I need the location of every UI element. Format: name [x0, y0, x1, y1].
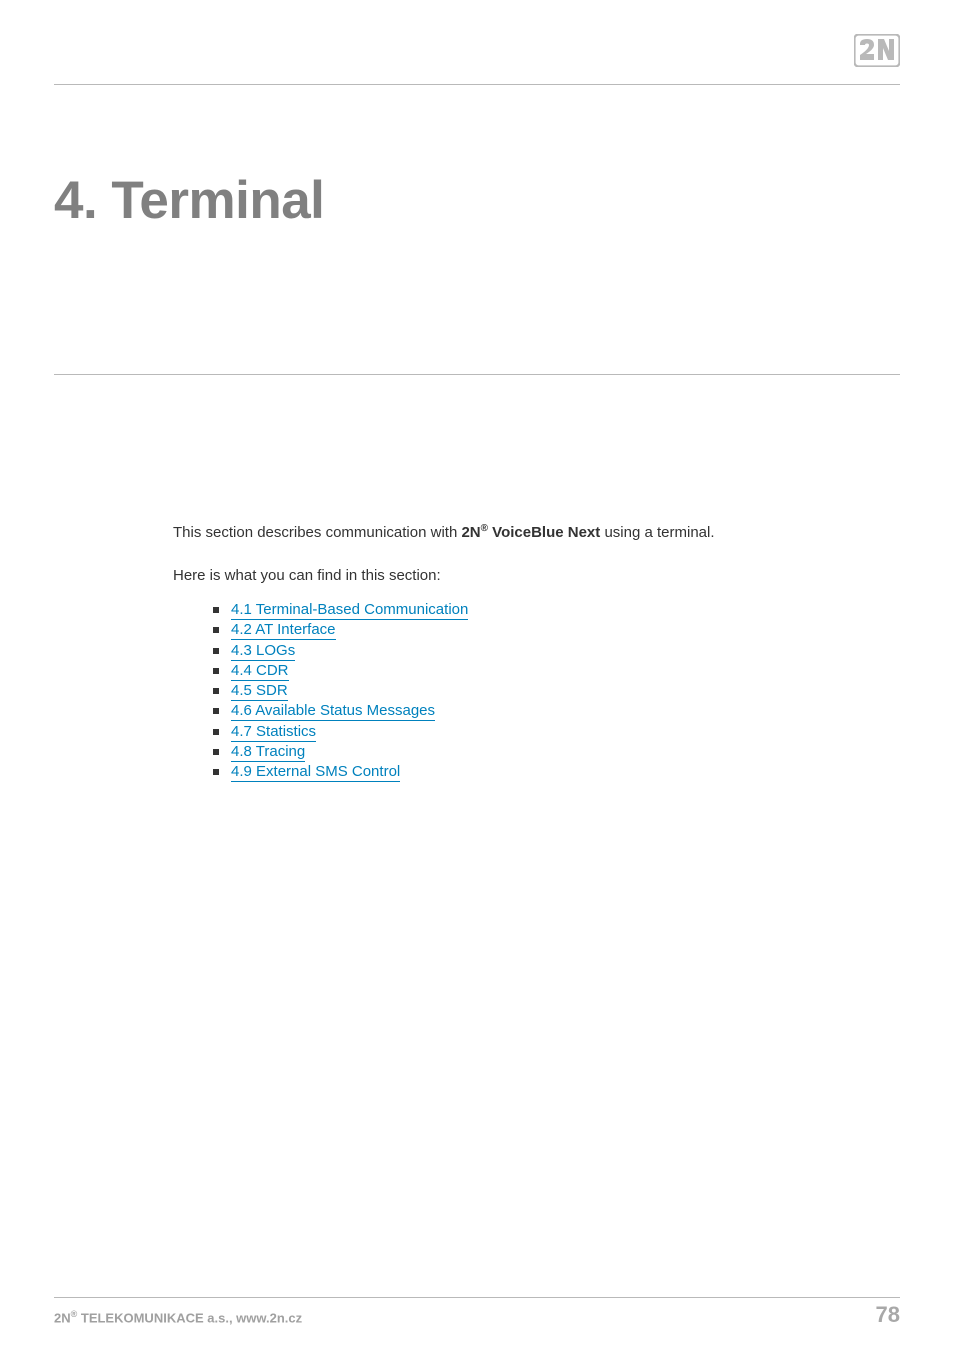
brand-logo	[854, 34, 900, 67]
page-header	[0, 0, 954, 90]
section-lead: Here is what you can find in this sectio…	[173, 567, 868, 584]
header-divider	[54, 84, 900, 85]
footer-company: 2N® TELEKOMUNIKACE a.s., www.2n.cz	[54, 1309, 302, 1325]
brand-prefix: 2N	[461, 524, 480, 541]
footer-brand-prefix: 2N	[54, 1310, 71, 1325]
brand-name: 2N® VoiceBlue Next	[461, 524, 600, 541]
footer-divider	[54, 1297, 900, 1298]
list-item: 4.1 Terminal-Based Communication	[213, 600, 868, 620]
document-page: 4. Terminal This section describes commu…	[0, 0, 954, 1350]
toc-link[interactable]: 4.1 Terminal-Based Communication	[231, 601, 468, 620]
intro-post: using a terminal.	[600, 524, 714, 541]
page-title: 4. Terminal	[54, 170, 324, 231]
footer-brand-suffix: TELEKOMUNIKACE a.s., www.2n.cz	[77, 1310, 302, 1325]
toc-link[interactable]: 4.8 Tracing	[231, 743, 305, 762]
list-item: 4.6 Available Status Messages	[213, 701, 868, 721]
toc-link[interactable]: 4.4 CDR	[231, 662, 289, 681]
list-item: 4.7 Statistics	[213, 722, 868, 742]
toc-link[interactable]: 4.5 SDR	[231, 682, 288, 701]
registered-mark: ®	[481, 523, 488, 534]
toc-link[interactable]: 4.9 External SMS Control	[231, 763, 400, 782]
intro-pre: This section describes communication wit…	[173, 524, 461, 541]
list-item: 4.2 AT Interface	[213, 620, 868, 640]
brand-suffix: VoiceBlue Next	[488, 524, 600, 541]
toc-link[interactable]: 4.3 LOGs	[231, 642, 295, 661]
list-item: 4.8 Tracing	[213, 742, 868, 762]
main-content: This section describes communication wit…	[173, 522, 868, 782]
list-item: 4.5 SDR	[213, 681, 868, 701]
toc-link[interactable]: 4.2 AT Interface	[231, 621, 336, 640]
page-footer: 2N® TELEKOMUNIKACE a.s., www.2n.cz 78	[54, 1302, 900, 1328]
toc-link[interactable]: 4.6 Available Status Messages	[231, 702, 435, 721]
toc-link[interactable]: 4.7 Statistics	[231, 723, 316, 742]
intro-paragraph: This section describes communication wit…	[173, 522, 868, 543]
page-number: 78	[876, 1302, 900, 1328]
table-of-contents: 4.1 Terminal-Based Communication 4.2 AT …	[213, 600, 868, 782]
list-item: 4.9 External SMS Control	[213, 762, 868, 782]
list-item: 4.4 CDR	[213, 661, 868, 681]
list-item: 4.3 LOGs	[213, 641, 868, 661]
section-divider	[54, 374, 900, 375]
